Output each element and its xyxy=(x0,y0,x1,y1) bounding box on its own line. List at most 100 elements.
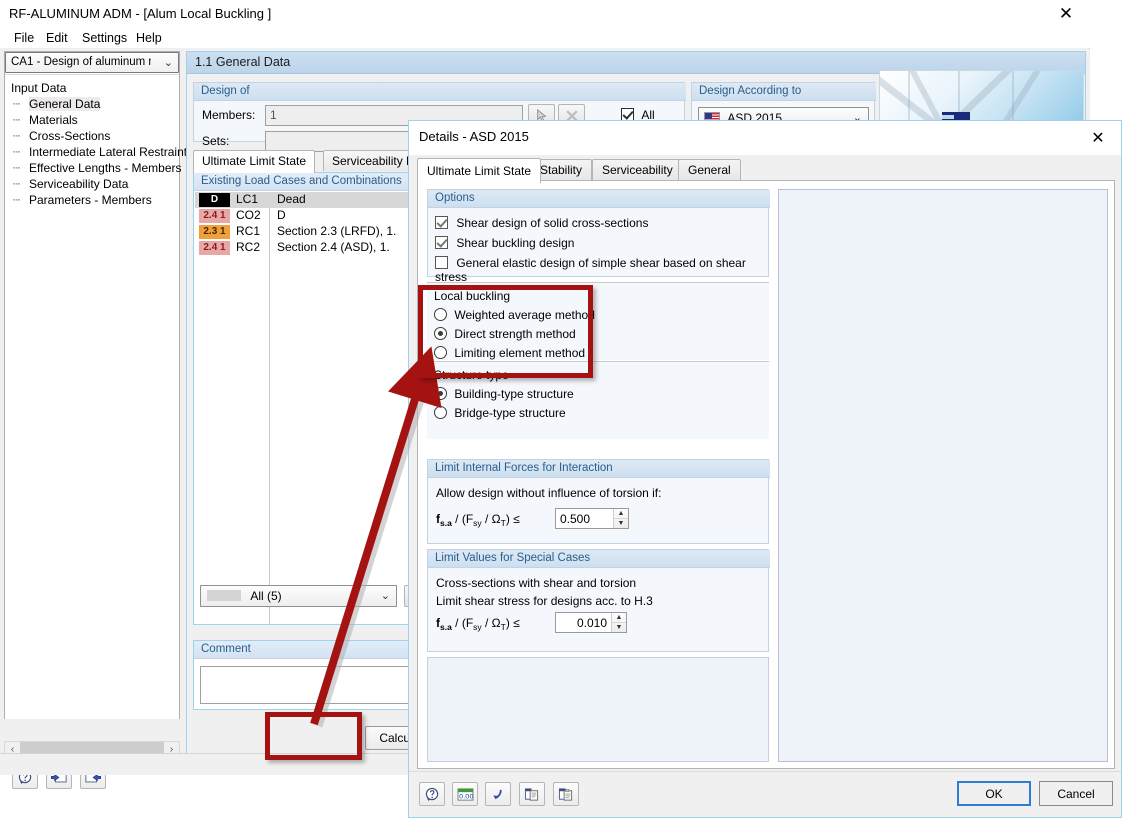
radio-button xyxy=(434,406,447,419)
dialog-tabs: Ultimate Limit State Stability Serviceab… xyxy=(417,158,1115,183)
menu-item-edit[interactable]: Edit xyxy=(40,30,74,46)
load-case-description: Section 2.3 (LRFD), 1. xyxy=(277,224,397,238)
dialog-title: Details - ASD 2015 xyxy=(419,129,529,144)
spinner-up-icon[interactable]: ▲ xyxy=(614,509,628,519)
local-buckling-highlight-box xyxy=(418,285,593,378)
tab-serviceability[interactable]: Serviceability xyxy=(592,159,683,181)
formula-close: ) ≤ xyxy=(505,512,520,526)
formula-f-sub: s.a xyxy=(440,622,452,632)
checkbox-label: Shear buckling design xyxy=(456,236,575,250)
shear-stress-limit-value[interactable]: 0.010 xyxy=(556,616,611,630)
menu-item-file[interactable]: File xyxy=(8,30,40,46)
spinner-down-icon[interactable]: ▼ xyxy=(612,623,626,632)
dialog-footer: 0.00 OK Cancel xyxy=(409,771,1121,817)
tree-branch-icon: ┄ xyxy=(13,193,20,207)
checkbox-box xyxy=(435,236,448,249)
load-case-tag: D xyxy=(199,193,230,207)
sidebar-item-intermediate-lateral-restraints[interactable]: ┄ Intermediate Lateral Restraints xyxy=(5,144,193,160)
options-group: Options Shear design of solid cross-sect… xyxy=(427,189,770,284)
members-label: Members: xyxy=(202,108,256,122)
ultimate-limit-state-page: Options Shear design of solid cross-sect… xyxy=(417,180,1115,769)
shear-stress-limit-spinner[interactable]: 0.010 ▲ ▼ xyxy=(555,612,627,633)
spinner-buttons[interactable]: ▲ ▼ xyxy=(613,509,628,528)
spinner-down-icon[interactable]: ▼ xyxy=(614,519,628,528)
radio-building-type-structure[interactable]: Building-type structure xyxy=(434,387,574,401)
window-close-button[interactable]: ✕ xyxy=(1044,0,1088,28)
sidebar-item-label: Serviceability Data xyxy=(29,177,129,191)
cancel-button[interactable]: Cancel xyxy=(1039,781,1113,806)
spinner-buttons[interactable]: ▲ ▼ xyxy=(611,613,626,632)
checkbox-label: Shear design of solid cross-sections xyxy=(456,216,649,230)
tree-branch-icon: ┄ xyxy=(13,177,20,191)
sidebar-item-serviceability-data[interactable]: ┄ Serviceability Data xyxy=(5,176,179,192)
sidebar-item-label: Intermediate Lateral Restraints xyxy=(29,145,194,159)
tree-branch-icon: ┄ xyxy=(13,97,20,111)
dialog-title-bar: Details - ASD 2015 ✕ xyxy=(409,121,1121,155)
menu-item-help[interactable]: Help xyxy=(130,30,168,46)
torsion-limit-spinner[interactable]: 0.500 ▲ ▼ xyxy=(555,508,629,529)
formula-mid: / (F xyxy=(451,512,474,526)
reset-arrow-icon[interactable] xyxy=(485,782,511,806)
copy-settings-icon[interactable] xyxy=(519,782,545,806)
tree-branch-icon: ┄ xyxy=(13,161,20,175)
sidebar-item-general-data[interactable]: ┄ General Data xyxy=(5,96,179,112)
paste-settings-icon[interactable] xyxy=(553,782,579,806)
tab-general[interactable]: General xyxy=(678,159,741,181)
load-case-description: D xyxy=(277,208,286,222)
tab-ultimate-limit-state[interactable]: Ultimate Limit State xyxy=(417,158,542,183)
ok-button[interactable]: OK xyxy=(957,781,1031,806)
load-case-description: Dead xyxy=(277,192,306,206)
checkbox-box xyxy=(435,216,448,229)
radio-label: Building-type structure xyxy=(454,387,574,401)
sidebar-item-label: Effective Lengths - Members xyxy=(29,161,182,175)
tab-ultimate-limit-state[interactable]: Ultimate Limit State xyxy=(193,150,316,173)
menu-item-settings[interactable]: Settings xyxy=(76,30,133,46)
tree-root-label: Input Data xyxy=(11,81,67,95)
load-case-description: Section 2.4 (ASD), 1. xyxy=(277,240,390,254)
tree-branch-icon: ┄ xyxy=(13,113,20,127)
details-dialog: Details - ASD 2015 ✕ Ultimate Limit Stat… xyxy=(408,120,1122,818)
radio-label: Bridge-type structure xyxy=(454,406,566,420)
load-case-name: RC2 xyxy=(236,240,261,254)
tree-branch-icon: ┄ xyxy=(13,129,20,143)
formula-close: ) ≤ xyxy=(505,616,520,630)
tree-branch-icon: ┄ xyxy=(13,145,20,159)
sidebar-item-label: Materials xyxy=(29,113,78,127)
design-case-combo[interactable]: CA1 - Design of aluminum memb ⌄ xyxy=(5,52,179,73)
sidebar-item-parameters-members[interactable]: ┄ Parameters - Members xyxy=(5,192,179,208)
input-data-tree: Input Data ┄ General Data ┄ Materials ┄ … xyxy=(5,74,193,719)
formula-f-sub: s.a xyxy=(440,518,452,528)
navigation-panel: CA1 - Design of aluminum memb ⌄ Input Da… xyxy=(4,51,193,719)
radio-bridge-type-structure[interactable]: Bridge-type structure xyxy=(434,406,566,420)
formula-mid-sub: sy xyxy=(473,622,482,632)
design-of-group-title: Design of xyxy=(194,83,686,101)
window-title: RF-ALUMINUM ADM - [Alum Local Buckling ] xyxy=(9,6,272,21)
dialog-close-button[interactable]: ✕ xyxy=(1083,125,1113,151)
limit-internal-forces-formula: fs.a / (Fsy / ΩT) ≤ xyxy=(436,512,520,528)
radio-button xyxy=(434,387,447,400)
formula-tail: / Ω xyxy=(481,512,501,526)
formula-mid-sub: sy xyxy=(473,518,482,528)
torsion-limit-value[interactable]: 0.500 xyxy=(556,512,613,526)
svg-text:0.00: 0.00 xyxy=(458,792,473,800)
units-000-icon[interactable]: 0.00 xyxy=(452,782,478,806)
limit-special-cases-formula: fs.a / (Fsy / ΩT) ≤ xyxy=(436,616,520,632)
sidebar-item-materials[interactable]: ┄ Materials xyxy=(5,112,179,128)
checkbox-shear-design-solid-cross-sections[interactable]: Shear design of solid cross-sections xyxy=(435,216,648,230)
checkbox-shear-buckling-design[interactable]: Shear buckling design xyxy=(435,236,574,250)
sidebar-item-label: Parameters - Members xyxy=(29,193,152,207)
sidebar-item-effective-lengths-members[interactable]: ┄ Effective Lengths - Members xyxy=(5,160,182,176)
sidebar-item-cross-sections[interactable]: ┄ Cross-Sections xyxy=(5,128,179,144)
formula-mid: / (F xyxy=(451,616,474,630)
limit-internal-forces-description: Allow design without influence of torsio… xyxy=(436,486,662,500)
help-question-icon[interactable] xyxy=(419,782,445,806)
checkbox-general-elastic-design-simple-shear[interactable]: General elastic design of simple shear b… xyxy=(435,256,768,284)
lower-left-empty-panel xyxy=(427,657,769,762)
load-case-tag: 2.4 1 xyxy=(199,241,230,255)
dialog-body: Ultimate Limit State Stability Serviceab… xyxy=(417,158,1115,771)
load-case-filter-combo[interactable]: All (5) ⌄ xyxy=(200,585,397,607)
table-column-divider xyxy=(269,192,270,624)
title-bar: RF-ALUMINUM ADM - [Alum Local Buckling ]… xyxy=(0,0,1090,30)
spinner-up-icon[interactable]: ▲ xyxy=(612,613,626,623)
limit-special-cases-group: Limit Values for Special Cases Cross-sec… xyxy=(427,549,770,652)
